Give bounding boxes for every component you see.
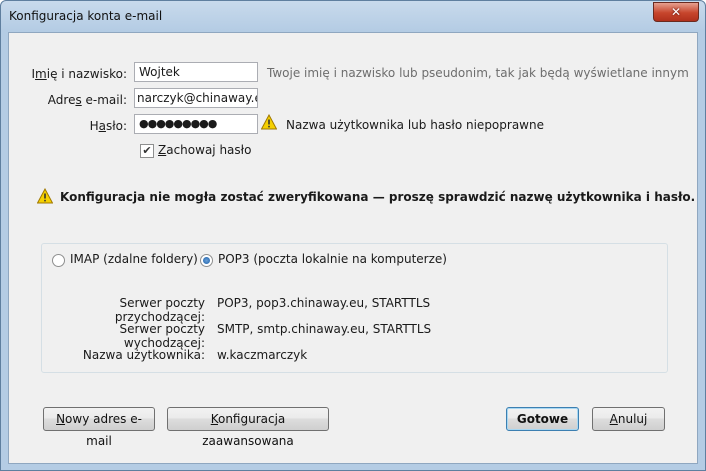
- outgoing-server-label: Serwer poczty wychodzącej:: [119, 322, 205, 350]
- outgoing-server-value: SMTP, smtp.chinaway.eu, STARTTLS: [217, 322, 432, 336]
- remember-password-checkbox[interactable]: ✔: [140, 144, 154, 158]
- dialog-content: Imię i nazwisko: Wojtek Twoje imię i naz…: [8, 32, 698, 464]
- password-field[interactable]: ●●●●●●●●●: [134, 114, 258, 134]
- advanced-config-button[interactable]: Konfiguracja zaawansowana: [167, 407, 329, 448]
- name-field[interactable]: Wojtek: [134, 62, 258, 82]
- name-hint: Twoje imię i nazwisko lub pseudonim, tak…: [267, 66, 689, 80]
- username-value: w.kaczmarczyk: [217, 348, 308, 362]
- warning-icon: [261, 114, 277, 130]
- radio-selected-dot: [203, 257, 210, 264]
- imap-label[interactable]: IMAP (zdalne foldery): [70, 252, 198, 266]
- password-label: Hasło:: [89, 119, 127, 133]
- email-field[interactable]: narczyk@chinaway.eu: [134, 88, 258, 108]
- incoming-server-label: Serwer poczty przychodzącej:: [114, 296, 205, 324]
- close-button[interactable]: ✕: [653, 2, 699, 22]
- warning-icon: [37, 188, 53, 204]
- incoming-server-value: POP3, pop3.chinaway.eu, STARTTLS: [217, 296, 431, 310]
- verification-warning: Konfiguracja nie mogła zostać zweryfikow…: [60, 190, 696, 204]
- username-label: Nazwa użytkownika:: [82, 348, 205, 362]
- email-label: Adres e-mail:: [47, 93, 127, 107]
- name-label: Imię i nazwisko:: [31, 67, 128, 81]
- new-email-address-button[interactable]: Nowy adres e-mail: [43, 407, 155, 448]
- server-settings-group: IMAP (zdalne foldery) POP3 (poczta lokal…: [41, 243, 668, 373]
- imap-radio[interactable]: [52, 254, 65, 267]
- pop3-radio[interactable]: [200, 254, 213, 267]
- done-button[interactable]: Gotowe: [506, 407, 579, 431]
- password-error: Nazwa użytkownika lub hasło niepoprawne: [286, 118, 544, 132]
- cancel-button[interactable]: Anuluj: [592, 407, 665, 431]
- checkmark-icon: ✔: [142, 144, 152, 157]
- remember-password-label[interactable]: Zachowaj hasło: [158, 143, 251, 157]
- title-bar[interactable]: Konfiguracja konta e-mail ✕: [1, 1, 705, 33]
- pop3-label[interactable]: POP3 (poczta lokalnie na komputerze): [218, 252, 447, 266]
- dialog-window: Konfiguracja konta e-mail ✕ Imię i nazwi…: [0, 0, 706, 471]
- close-icon: ✕: [670, 5, 682, 19]
- window-title: Konfiguracja konta e-mail: [9, 9, 163, 23]
